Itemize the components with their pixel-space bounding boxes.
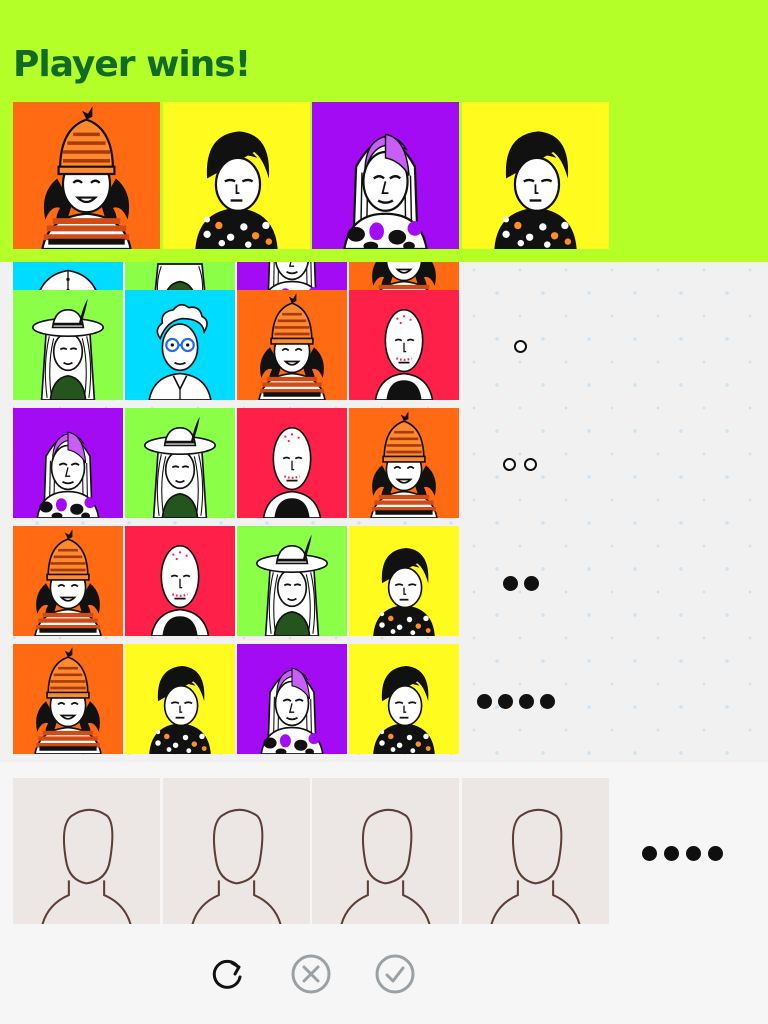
beanie-girl-avatar bbox=[237, 290, 347, 400]
secret-code-piece bbox=[461, 102, 609, 249]
clear-guess-button[interactable] bbox=[289, 952, 333, 996]
remaining-peg-dot bbox=[642, 846, 657, 861]
polka-woman-avatar bbox=[349, 526, 459, 636]
current-guess-panel bbox=[0, 762, 768, 1024]
board-peg bbox=[237, 408, 347, 518]
empty-silhouette-avatar bbox=[13, 778, 160, 924]
board-peg bbox=[349, 408, 459, 518]
hat-woman-avatar bbox=[237, 526, 347, 636]
cancel-circle-icon bbox=[291, 954, 331, 994]
board-peg bbox=[125, 526, 235, 636]
remaining-peg-dot bbox=[664, 846, 679, 861]
win-title: Player wins! bbox=[13, 44, 251, 85]
empty-silhouette-avatar bbox=[162, 778, 310, 924]
board-peg bbox=[125, 408, 235, 518]
beanie-girl-avatar bbox=[13, 526, 123, 636]
empty-silhouette-avatar bbox=[461, 778, 609, 924]
polka-woman-avatar bbox=[162, 102, 310, 249]
black-feedback-peg bbox=[519, 694, 534, 709]
black-feedback-peg bbox=[540, 694, 555, 709]
check-circle-icon bbox=[375, 954, 415, 994]
submit-guess-button[interactable] bbox=[373, 952, 417, 996]
remaining-peg-dot bbox=[686, 846, 701, 861]
black-feedback-peg bbox=[498, 694, 513, 709]
board-peg bbox=[349, 290, 459, 400]
board-peg bbox=[349, 644, 459, 754]
board-peg bbox=[237, 644, 347, 754]
secret-code-piece bbox=[162, 102, 310, 249]
guess-slot[interactable] bbox=[312, 778, 459, 924]
curly-glasses-man-avatar bbox=[125, 290, 235, 400]
guess-board bbox=[0, 262, 768, 762]
black-feedback-peg bbox=[524, 576, 539, 591]
reset-button[interactable] bbox=[205, 952, 249, 996]
board-peg bbox=[13, 290, 123, 400]
bald-man-avatar bbox=[349, 290, 459, 400]
beanie-girl-avatar bbox=[13, 102, 160, 249]
board-peg bbox=[125, 290, 235, 400]
polka-woman-avatar bbox=[125, 644, 235, 754]
purple-hair-woman-avatar bbox=[312, 102, 459, 249]
polka-woman-avatar bbox=[349, 644, 459, 754]
guess-slot[interactable] bbox=[162, 778, 310, 924]
secret-code-piece bbox=[312, 102, 459, 249]
remaining-peg-dot bbox=[708, 846, 723, 861]
purple-hair-woman-avatar bbox=[237, 644, 347, 754]
beanie-girl-avatar bbox=[349, 408, 459, 518]
refresh-icon bbox=[212, 959, 242, 989]
white-feedback-peg bbox=[514, 340, 527, 353]
polka-woman-avatar bbox=[461, 102, 609, 249]
empty-silhouette-avatar bbox=[312, 778, 459, 924]
secret-code-piece bbox=[13, 102, 160, 249]
board-peg bbox=[237, 290, 347, 400]
guess-slot[interactable] bbox=[461, 778, 609, 924]
hat-woman-avatar bbox=[13, 290, 123, 400]
bald-man-avatar bbox=[125, 526, 235, 636]
win-banner: Player wins! bbox=[0, 0, 768, 262]
black-feedback-peg bbox=[477, 694, 492, 709]
hat-woman-avatar bbox=[125, 408, 235, 518]
board-peg bbox=[13, 408, 123, 518]
board-peg bbox=[349, 526, 459, 636]
board-peg bbox=[125, 644, 235, 754]
white-feedback-peg bbox=[503, 458, 516, 471]
black-feedback-peg bbox=[503, 576, 518, 591]
board-peg bbox=[13, 644, 123, 754]
board-peg bbox=[13, 526, 123, 636]
purple-hair-woman-avatar bbox=[13, 408, 123, 518]
guess-slot[interactable] bbox=[13, 778, 160, 924]
bald-man-avatar bbox=[237, 408, 347, 518]
beanie-girl-avatar bbox=[13, 644, 123, 754]
board-peg bbox=[237, 526, 347, 636]
white-feedback-peg bbox=[524, 458, 537, 471]
